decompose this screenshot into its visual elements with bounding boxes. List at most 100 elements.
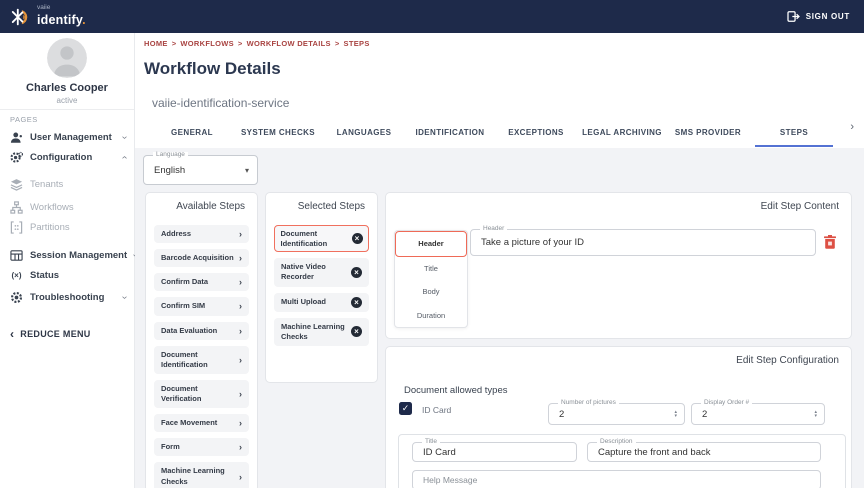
content-tab-title[interactable]: Title bbox=[395, 257, 467, 281]
sidebar-item-label: Workflows bbox=[30, 202, 74, 213]
reduce-menu-button[interactable]: ‹ REDUCE MENU bbox=[10, 327, 91, 341]
starburst-logo-icon bbox=[10, 6, 32, 28]
number-of-pictures-input[interactable]: Number of pictures 2 ▴▾ bbox=[548, 403, 685, 425]
sidebar-divider bbox=[0, 109, 134, 110]
sidebar-item-partitions[interactable]: Partitions bbox=[10, 219, 126, 235]
tab-bar: GENERAL SYSTEM CHECKS LANGUAGES IDENTIFI… bbox=[149, 119, 837, 147]
edit-step-configuration-title: Edit Step Configuration bbox=[736, 355, 839, 366]
step-content-tabs: Header Title Body Duration bbox=[394, 230, 468, 328]
sidebar-item-status[interactable]: (×) Status bbox=[10, 267, 126, 283]
help-message-placeholder: Help Message bbox=[413, 471, 820, 488]
available-step-machine-learning-checks[interactable]: Machine Learning Checks› bbox=[154, 462, 249, 488]
display-order-input[interactable]: Display Order # 2 ▴▾ bbox=[691, 403, 825, 425]
remove-step-icon[interactable]: × bbox=[351, 326, 362, 337]
chevron-right-icon: › bbox=[239, 253, 242, 263]
available-step-confirm-sim[interactable]: Confirm SIM› bbox=[154, 297, 249, 315]
chevron-right-icon: › bbox=[239, 355, 242, 365]
language-select[interactable]: Language English ▾ bbox=[143, 155, 258, 185]
tab-steps[interactable]: STEPS bbox=[751, 119, 837, 147]
content-tab-header[interactable]: Header bbox=[395, 231, 467, 257]
selected-step-native-video-recorder[interactable]: Native Video Recorder× bbox=[274, 258, 369, 286]
sidebar-item-label: Configuration bbox=[30, 152, 92, 163]
sidebar: Charles Cooper active PAGES User Managem… bbox=[0, 33, 135, 488]
available-step-barcode-acquisition[interactable]: Barcode Acquisition› bbox=[154, 249, 249, 267]
available-step-document-identification[interactable]: Document Identification› bbox=[154, 346, 249, 374]
sidebar-item-troubleshooting[interactable]: Troubleshooting › bbox=[10, 289, 126, 305]
available-step-form[interactable]: Form› bbox=[154, 438, 249, 456]
content-tab-duration[interactable]: Duration bbox=[395, 304, 467, 328]
tab-general[interactable]: GENERAL bbox=[149, 119, 235, 147]
dropdown-arrow-icon: ▾ bbox=[245, 166, 249, 175]
tab-languages[interactable]: LANGUAGES bbox=[321, 119, 407, 147]
breadcrumb: HOME > WORKFLOWS > WORKFLOW DETAILS > ST… bbox=[144, 39, 370, 48]
sidebar-item-tenants[interactable]: Tenants bbox=[10, 176, 126, 192]
number-stepper-icon[interactable]: ▴▾ bbox=[674, 410, 677, 418]
sidebar-item-configuration[interactable]: Configuration › bbox=[10, 149, 126, 165]
tab-legal-archiving[interactable]: LEGAL ARCHIVING bbox=[579, 119, 665, 147]
content-tab-body[interactable]: Body bbox=[395, 280, 467, 304]
sidebar-item-label: Troubleshooting bbox=[30, 292, 104, 303]
breadcrumb-workflow-details[interactable]: WORKFLOW DETAILS bbox=[247, 39, 331, 48]
topbar: vaiie identify. SIGN OUT bbox=[0, 0, 864, 33]
selected-step-multi-upload[interactable]: Multi Upload× bbox=[274, 293, 369, 312]
remove-step-icon[interactable]: × bbox=[351, 297, 362, 308]
brand-text: vaiie identify. bbox=[37, 5, 86, 29]
tab-exceptions[interactable]: EXCEPTIONS bbox=[493, 119, 579, 147]
number-stepper-icon[interactable]: ▴▾ bbox=[814, 410, 817, 418]
breadcrumb-steps[interactable]: STEPS bbox=[344, 39, 370, 48]
sidebar-item-session-management[interactable]: Session Management › bbox=[10, 247, 126, 263]
tenants-icon bbox=[10, 178, 23, 191]
selected-step-machine-learning-checks[interactable]: Machine Learning Checks× bbox=[274, 318, 369, 346]
delete-content-button[interactable] bbox=[824, 235, 836, 249]
id-card-checkbox[interactable]: ✓ bbox=[399, 402, 412, 415]
available-steps-list: Address› Barcode Acquisition› Confirm Da… bbox=[154, 225, 249, 488]
sidebar-section-label: PAGES bbox=[10, 115, 38, 124]
brand-prefix: vaiie bbox=[37, 5, 86, 12]
document-allowed-types-label: Document allowed types bbox=[404, 385, 508, 396]
sidebar-item-workflows[interactable]: Workflows bbox=[10, 199, 126, 215]
available-step-document-verification[interactable]: Document Verification› bbox=[154, 380, 249, 408]
selected-steps-title: Selected Steps bbox=[298, 201, 365, 212]
sign-out-button[interactable]: SIGN OUT bbox=[787, 11, 850, 22]
breadcrumb-home[interactable]: HOME bbox=[144, 39, 168, 48]
chevron-right-icon: › bbox=[239, 229, 242, 239]
tab-identification[interactable]: IDENTIFICATION bbox=[407, 119, 493, 147]
remove-step-icon[interactable]: × bbox=[352, 233, 363, 244]
edit-step-content-panel: Edit Step Content Header Title Body Dura… bbox=[385, 192, 852, 339]
available-step-face-movement[interactable]: Face Movement› bbox=[154, 414, 249, 432]
breadcrumb-workflows[interactable]: WORKFLOWS bbox=[180, 39, 234, 48]
breadcrumb-separator: > bbox=[335, 39, 340, 48]
language-select-value: English bbox=[144, 156, 257, 184]
selected-step-document-identification[interactable]: Document Identification× bbox=[274, 225, 369, 252]
session-management-icon bbox=[10, 249, 23, 262]
tabs-scroll-right-icon[interactable]: › bbox=[850, 121, 854, 133]
troubleshooting-icon bbox=[10, 291, 23, 304]
brand-logo[interactable]: vaiie identify. bbox=[10, 5, 86, 29]
avatar[interactable] bbox=[47, 38, 87, 78]
edit-step-content-title: Edit Step Content bbox=[761, 201, 839, 212]
page-title: Workflow Details bbox=[144, 59, 281, 79]
header-text-input[interactable]: Header Take a picture of your ID bbox=[470, 229, 816, 256]
chevron-right-icon: › bbox=[239, 301, 242, 311]
tab-system-checks[interactable]: SYSTEM CHECKS bbox=[235, 119, 321, 147]
brand-dot: . bbox=[82, 13, 86, 27]
title-input[interactable]: Title ID Card bbox=[412, 442, 577, 462]
available-steps-panel: Available Steps Address› Barcode Acquisi… bbox=[145, 192, 258, 488]
remove-step-icon[interactable]: × bbox=[351, 267, 362, 278]
help-message-input[interactable]: Help Message bbox=[412, 470, 821, 488]
app-screen: vaiie identify. SIGN OUT Charles Cooper … bbox=[0, 0, 864, 488]
sidebar-item-label: Session Management bbox=[30, 250, 127, 261]
description-input[interactable]: Description Capture the front and back bbox=[587, 442, 821, 462]
header-field-label: Header bbox=[480, 226, 507, 233]
main-content: HOME > WORKFLOWS > WORKFLOW DETAILS > ST… bbox=[135, 33, 864, 488]
brand-name: identify. bbox=[37, 13, 86, 27]
available-step-address[interactable]: Address› bbox=[154, 225, 249, 243]
chevron-right-icon: › bbox=[239, 418, 242, 428]
reduce-menu-label: REDUCE MENU bbox=[20, 329, 90, 339]
chevron-down-icon: › bbox=[119, 295, 130, 298]
tab-sms-provider[interactable]: SMS PROVIDER bbox=[665, 119, 751, 147]
available-step-data-evaluation[interactable]: Data Evaluation› bbox=[154, 322, 249, 340]
sidebar-item-user-management[interactable]: User Management › bbox=[10, 129, 126, 145]
available-step-confirm-data[interactable]: Confirm Data› bbox=[154, 273, 249, 291]
status-icon: (×) bbox=[10, 269, 23, 282]
